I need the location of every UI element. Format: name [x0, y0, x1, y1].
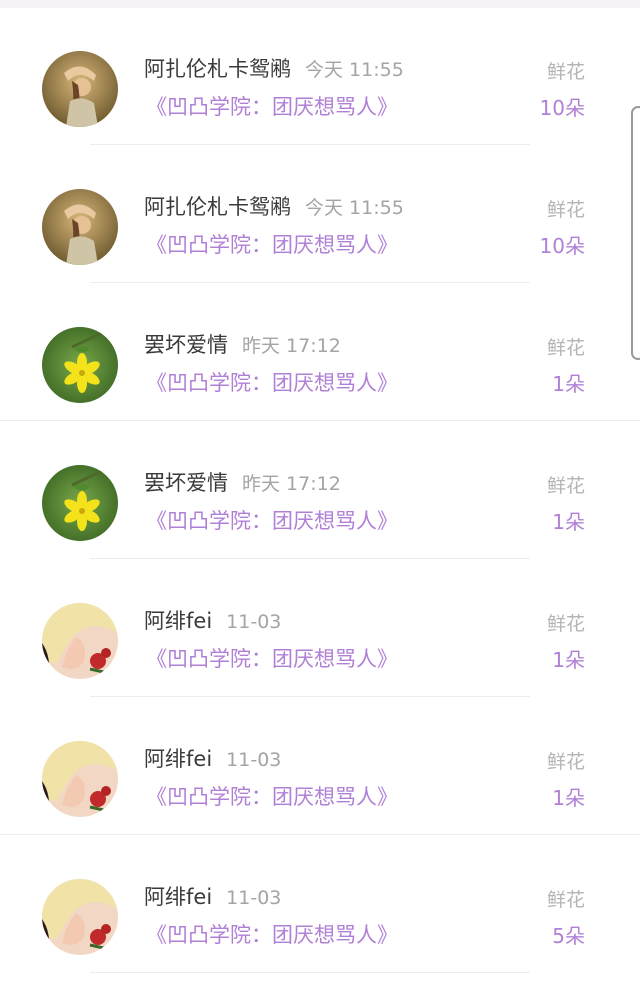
timestamp: 11-03 — [226, 611, 282, 633]
user-name[interactable]: 阿绯fei 11-03 — [144, 884, 281, 911]
list-item[interactable]: 阿扎伦札卡鸳鹇 今天 11:55 《凹凸学院：团厌想骂人》 鲜花 10朵 — [0, 8, 640, 146]
user-name-text: 阿绯fei — [144, 747, 213, 771]
list-item[interactable]: 阿扎伦札卡鸳鹇 今天 11:55 《凹凸学院：团厌想骂人》 鲜花 10朵 — [0, 146, 640, 284]
book-title-link[interactable]: 《凹凸学院：团厌想骂人》 — [146, 508, 398, 534]
book-title-link[interactable]: 《凹凸学院：团厌想骂人》 — [146, 922, 398, 948]
user-name-text: 罢坏爱情 — [144, 471, 228, 495]
gift-record-list: 阿扎伦札卡鸳鹇 今天 11:55 《凹凸学院：团厌想骂人》 鲜花 10朵 阿扎伦札… — [0, 8, 640, 974]
divider — [90, 282, 530, 283]
gift-count: 10朵 — [539, 96, 585, 120]
user-name-text: 阿扎伦札卡鸳鹇 — [144, 57, 291, 81]
timestamp: 昨天 17:12 — [242, 473, 341, 495]
book-title-link[interactable]: 《凹凸学院：团厌想骂人》 — [146, 370, 398, 396]
timestamp: 11-03 — [226, 887, 282, 909]
girl-avatar-icon[interactable] — [42, 51, 118, 127]
gift-type-label: 鲜花 — [546, 199, 585, 221]
timestamp: 昨天 17:12 — [242, 335, 341, 357]
gift-type-label: 鲜花 — [546, 337, 585, 359]
gift-type-label: 鲜花 — [546, 475, 585, 497]
list-item[interactable]: 罢坏爱情 昨天 17:12 《凹凸学院：团厌想骂人》 鲜花 1朵 — [0, 284, 640, 422]
gift-type-label: 鲜花 — [546, 751, 585, 773]
divider — [0, 834, 640, 835]
book-title-link[interactable]: 《凹凸学院：团厌想骂人》 — [146, 784, 398, 810]
user-name-text: 罢坏爱情 — [144, 333, 228, 357]
side-drawer-handle[interactable] — [631, 106, 640, 360]
gift-count: 1朵 — [552, 510, 585, 534]
divider — [90, 144, 530, 145]
user-name[interactable]: 阿绯fei 11-03 — [144, 608, 281, 635]
top-status-strip — [0, 0, 640, 8]
yellow-flower-avatar-icon[interactable] — [42, 327, 118, 403]
list-item[interactable]: 阿绯fei 11-03 《凹凸学院：团厌想骂人》 鲜花 5朵 — [0, 836, 640, 974]
yellow-flower-avatar-icon[interactable] — [42, 465, 118, 541]
gift-type-label: 鲜花 — [546, 613, 585, 635]
gift-type-label: 鲜花 — [546, 889, 585, 911]
timestamp: 今天 11:55 — [305, 59, 404, 81]
book-title-link[interactable]: 《凹凸学院：团厌想骂人》 — [146, 232, 398, 258]
list-item[interactable]: 罢坏爱情 昨天 17:12 《凹凸学院：团厌想骂人》 鲜花 1朵 — [0, 422, 640, 560]
list-item[interactable]: 阿绯fei 11-03 《凹凸学院：团厌想骂人》 鲜花 1朵 — [0, 560, 640, 698]
book-title-link[interactable]: 《凹凸学院：团厌想骂人》 — [146, 646, 398, 672]
book-title-link[interactable]: 《凹凸学院：团厌想骂人》 — [146, 94, 398, 120]
user-name-text: 阿绯fei — [144, 885, 213, 909]
divider — [0, 420, 640, 421]
divider — [90, 696, 530, 697]
gift-type-label: 鲜花 — [546, 61, 585, 83]
divider — [90, 972, 530, 973]
girl-avatar-icon[interactable] — [42, 189, 118, 265]
gift-count: 1朵 — [552, 648, 585, 672]
user-name[interactable]: 罢坏爱情 昨天 17:12 — [144, 332, 341, 359]
user-name-text: 阿绯fei — [144, 609, 213, 633]
gift-count: 1朵 — [552, 786, 585, 810]
anime-boy-avatar-icon[interactable] — [42, 603, 118, 679]
user-name-text: 阿扎伦札卡鸳鹇 — [144, 195, 291, 219]
anime-boy-avatar-icon[interactable] — [42, 879, 118, 955]
user-name[interactable]: 阿扎伦札卡鸳鹇 今天 11:55 — [144, 56, 404, 83]
gift-count: 5朵 — [552, 924, 585, 948]
gift-count: 10朵 — [539, 234, 585, 258]
user-name[interactable]: 罢坏爱情 昨天 17:12 — [144, 470, 341, 497]
user-name[interactable]: 阿扎伦札卡鸳鹇 今天 11:55 — [144, 194, 404, 221]
divider — [90, 558, 530, 559]
list-item[interactable]: 阿绯fei 11-03 《凹凸学院：团厌想骂人》 鲜花 1朵 — [0, 698, 640, 836]
anime-boy-avatar-icon[interactable] — [42, 741, 118, 817]
timestamp: 11-03 — [226, 749, 282, 771]
timestamp: 今天 11:55 — [305, 197, 404, 219]
user-name[interactable]: 阿绯fei 11-03 — [144, 746, 281, 773]
gift-count: 1朵 — [552, 372, 585, 396]
